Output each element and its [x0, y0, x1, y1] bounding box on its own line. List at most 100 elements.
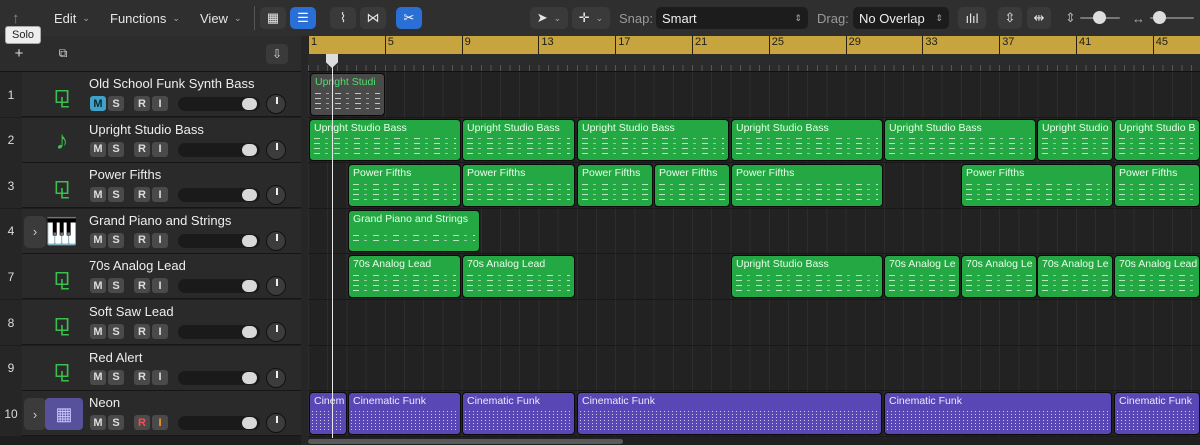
record-enable-button[interactable]: R	[134, 415, 150, 431]
input-monitoring-button[interactable]: I	[152, 96, 168, 111]
track-header[interactable]: 4 › 🎹 Grand Piano and Strings M S R I	[0, 208, 301, 254]
solo-button[interactable]: S	[108, 369, 124, 385]
scrollbar-thumb[interactable]	[308, 439, 623, 444]
catch-playhead-button[interactable]: ✂	[396, 7, 422, 29]
track-header[interactable]: 2 ♪ Upright Studio Bass M S R I	[0, 117, 301, 163]
pan-knob[interactable]	[266, 94, 286, 114]
input-monitoring-button[interactable]: I	[152, 369, 168, 385]
midi-region[interactable]: Grand Piano and Strings	[348, 209, 480, 253]
midi-region[interactable]: Upright Studi	[310, 73, 385, 116]
midi-region[interactable]: Power Fifths	[577, 164, 653, 207]
mute-button[interactable]: M	[90, 324, 106, 339]
vertical-zoom-knob[interactable]	[1093, 11, 1106, 24]
record-enable-button[interactable]: R	[134, 141, 150, 157]
horizontal-zoom-knob[interactable]	[1153, 11, 1166, 24]
pan-knob[interactable]	[266, 367, 286, 388]
mute-button[interactable]: M	[90, 141, 106, 157]
disclosure-button[interactable]: ›	[24, 215, 46, 248]
mute-button[interactable]: M	[90, 369, 106, 385]
input-monitoring-button[interactable]: I	[152, 278, 168, 294]
midi-region[interactable]: Power Fifths	[731, 164, 883, 207]
volume-slider[interactable]	[178, 370, 260, 385]
midi-region[interactable]: 70s Analog Lead	[1114, 255, 1200, 298]
mute-button[interactable]: M	[90, 187, 106, 203]
volume-slider[interactable]	[178, 416, 260, 431]
record-enable-button[interactable]: R	[134, 96, 150, 111]
pan-knob[interactable]	[266, 322, 286, 342]
midi-region[interactable]: Power Fifths	[348, 164, 461, 207]
input-monitoring-button[interactable]: I	[152, 232, 168, 248]
midi-region[interactable]: Upright Studio	[1037, 118, 1113, 162]
track-name[interactable]: 70s Analog Lead	[89, 258, 186, 273]
drag-dropdown[interactable]: No Overlap ⇕	[853, 7, 949, 29]
pan-knob[interactable]	[266, 230, 286, 251]
pattern-region[interactable]: Cinematic Funk	[884, 392, 1112, 435]
volume-slider[interactable]	[178, 233, 260, 248]
track-header[interactable]: 7 ⚼ 70s Analog Lead M S R I	[0, 254, 301, 300]
mute-button[interactable]: M	[90, 96, 106, 111]
functions-menu[interactable]: Functions ⌄	[104, 7, 186, 29]
solo-button[interactable]: S	[108, 96, 124, 111]
beat-ruler[interactable]	[308, 54, 1200, 72]
volume-knob[interactable]	[242, 234, 257, 247]
volume-slider[interactable]	[178, 188, 260, 203]
mute-button[interactable]: M	[90, 232, 106, 248]
pan-knob[interactable]	[266, 185, 286, 206]
midi-region[interactable]: Power Fifths	[462, 164, 575, 207]
pointer-tool-menu[interactable]: ➤ ⌄	[530, 7, 568, 29]
solo-button[interactable]: S	[108, 324, 124, 339]
duplicate-track-button[interactable]: ⧉	[52, 43, 74, 63]
waveform-zoom-button[interactable]: ılıl	[958, 7, 986, 29]
track-header[interactable]: 10 › ▦ Neon M S R I	[0, 391, 301, 437]
volume-slider[interactable]	[178, 279, 260, 294]
solo-button[interactable]: S	[108, 232, 124, 248]
horizontal-fit-button[interactable]: ⇹	[1027, 7, 1051, 29]
midi-region[interactable]: 70s Analog Le	[1037, 255, 1113, 298]
track-name[interactable]: Neon	[89, 395, 120, 410]
input-monitoring-button[interactable]: I	[152, 141, 168, 157]
volume-slider[interactable]	[178, 142, 260, 157]
track-name[interactable]: Red Alert	[89, 350, 142, 365]
list-view-button[interactable]: ☰	[290, 7, 316, 29]
snap-dropdown[interactable]: Smart ⇕	[656, 7, 808, 29]
pattern-region[interactable]: Cinematic Funk	[348, 392, 461, 435]
mute-button[interactable]: M	[90, 278, 106, 294]
solo-button[interactable]: S	[108, 141, 124, 157]
track-header[interactable]: 8 ⚼ Soft Saw Lead M S R I	[0, 300, 301, 345]
record-enable-button[interactable]: R	[134, 278, 150, 294]
volume-knob[interactable]	[242, 280, 257, 293]
pan-knob[interactable]	[266, 413, 286, 434]
volume-knob[interactable]	[242, 417, 257, 430]
bar-ruler[interactable]: 1 5 9 13 17 21 25 29 33 37 41 45	[308, 36, 1200, 54]
track-name[interactable]: Old School Funk Synth Bass	[89, 76, 254, 91]
midi-region[interactable]: Upright Studio Bass	[577, 118, 729, 162]
midi-region[interactable]: Power Fifths	[961, 164, 1113, 207]
volume-slider[interactable]	[178, 97, 260, 111]
record-enable-button[interactable]: R	[134, 187, 150, 203]
solo-button[interactable]: S	[108, 187, 124, 203]
grid-view-button[interactable]: ▦	[260, 7, 286, 29]
track-header[interactable]: 9 ⚼ Red Alert M S R I	[0, 345, 301, 391]
track-name[interactable]: Grand Piano and Strings	[89, 213, 231, 228]
midi-region[interactable]: Power Fifths	[654, 164, 730, 207]
flex-button[interactable]: ⋈	[360, 7, 386, 29]
track-name[interactable]: Soft Saw Lead	[89, 304, 174, 319]
solo-button[interactable]: S	[108, 415, 124, 431]
record-enable-button[interactable]: R	[134, 324, 150, 339]
pattern-region[interactable]: Cinematic Funk	[1114, 392, 1200, 435]
midi-region[interactable]: Upright Studio B	[1114, 118, 1200, 162]
edit-menu[interactable]: Edit ⌄	[48, 7, 96, 29]
vertical-fit-button[interactable]: ⇳	[998, 7, 1022, 29]
input-monitoring-button[interactable]: I	[152, 187, 168, 203]
volume-knob[interactable]	[242, 189, 257, 202]
pattern-region[interactable]: Cinematic Funk	[577, 392, 882, 435]
volume-knob[interactable]	[242, 98, 257, 110]
add-track-button[interactable]: +	[8, 43, 30, 63]
volume-knob[interactable]	[242, 143, 257, 156]
midi-region[interactable]: 70s Analog Lead	[462, 255, 575, 298]
horizontal-scrollbar[interactable]	[308, 438, 1200, 445]
secondary-tool-menu[interactable]: ✛ ⌄	[572, 7, 610, 29]
midi-region[interactable]: 70s Analog Le	[884, 255, 960, 298]
midi-region[interactable]: Power Fifths	[1114, 164, 1200, 207]
record-enable-button[interactable]: R	[134, 232, 150, 248]
